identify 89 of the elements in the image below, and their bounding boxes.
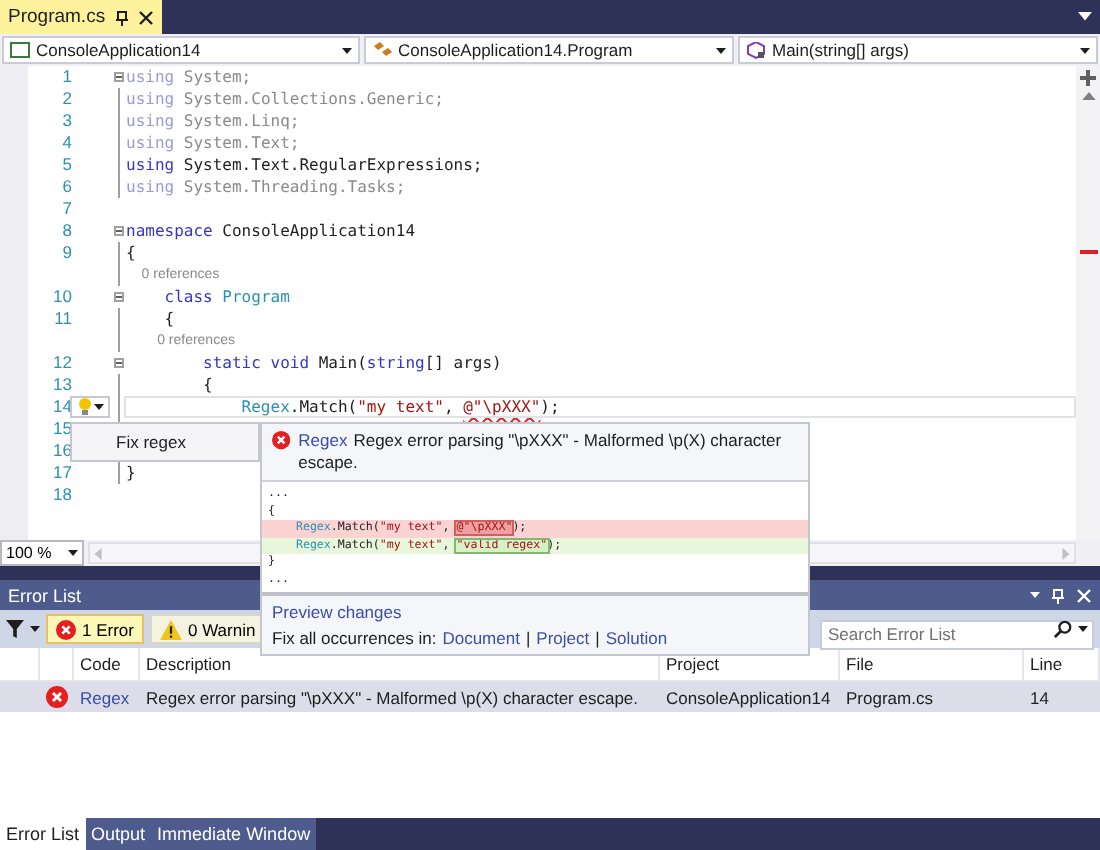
error-icon <box>56 619 76 639</box>
zoom-dropdown[interactable]: 100 % <box>0 540 84 566</box>
document-tab[interactable]: Program.cs <box>0 0 162 34</box>
filter-toggle[interactable]: 1 Error <box>46 614 144 644</box>
line-number: 18 <box>51 484 72 506</box>
quick-actions-button[interactable] <box>70 396 110 418</box>
code-line: { <box>126 242 136 264</box>
panel-title: Error List <box>8 585 82 605</box>
line-number: 3 <box>60 110 72 132</box>
caret-icon <box>342 47 352 53</box>
caret-icon <box>68 550 78 556</box>
line-number: 7 <box>60 198 72 220</box>
search-icon[interactable] <box>1054 620 1072 638</box>
caret-icon <box>1078 12 1092 22</box>
close-icon[interactable] <box>137 9 154 25</box>
code-line: Regex.Match("my text", @"\pXXX"); <box>239 396 560 418</box>
collapse-toggle[interactable] <box>113 226 123 236</box>
project-icon <box>10 42 30 58</box>
caret-icon <box>93 404 103 410</box>
line-number: 17 <box>51 462 72 484</box>
error-row[interactable]: Regex Regex error parsing "\pXXX" - Malformed \p(X) character escape. ConsoleApplication14 Program.cs 14 <box>0 682 1100 712</box>
table-cell-text: Program.cs <box>844 685 935 712</box>
code-line: { <box>162 308 175 330</box>
navigation-dropdown[interactable]: ConsoleApplication14.Program <box>364 36 734 64</box>
panel-tab[interactable]: Immediate Window <box>151 818 317 850</box>
panel-tab[interactable]: Output <box>85 818 152 850</box>
caret-icon <box>1030 592 1040 598</box>
outline-guide <box>117 462 119 484</box>
collapse-toggle[interactable] <box>113 358 123 368</box>
error-icon <box>272 430 291 450</box>
table-cell-text: ConsoleApplication14 <box>664 685 833 712</box>
scroll-up-icon[interactable] <box>1081 92 1095 100</box>
split-icon[interactable] <box>1080 70 1096 86</box>
filter-toggle[interactable]: 0 Warnin <box>149 614 266 644</box>
method-icon <box>746 41 766 59</box>
panel-tab[interactable]: Error List <box>0 818 86 850</box>
code-line: } <box>126 462 136 484</box>
error-code-link[interactable]: Regex <box>298 430 348 450</box>
filter-icon[interactable] <box>6 620 24 638</box>
vertical-scrollbar[interactable] <box>1076 66 1100 540</box>
line-number: 10 <box>51 286 72 308</box>
code-line: static void Main(string[] args) <box>201 352 502 374</box>
collapse-toggle[interactable] <box>113 72 123 82</box>
separator: | <box>525 628 531 648</box>
error-code-link[interactable]: Regex <box>74 682 140 712</box>
line-number: 8 <box>60 220 72 242</box>
line-number: 11 <box>52 308 72 330</box>
code-line: { <box>201 374 213 396</box>
error-message: Regex Regex error parsing "\pXXX" - Malformed \p(X) character escape. <box>298 430 784 474</box>
code-line: using System.Text.RegularExpressions; <box>126 154 483 176</box>
code-line: namespace ConsoleApplication14 <box>126 220 416 242</box>
line-number: 12 <box>51 352 72 374</box>
line-number: 4 <box>60 132 72 154</box>
pin-icon[interactable] <box>113 9 130 25</box>
code-line: using System.Threading.Tasks; <box>126 176 406 198</box>
error-marker <box>1080 250 1098 254</box>
scope-link[interactable]: Solution <box>605 628 668 648</box>
line-number: 5 <box>60 154 72 176</box>
line-number: 1 <box>60 66 72 88</box>
table-cell-text: 14 <box>1028 685 1051 711</box>
warning-icon <box>159 619 182 639</box>
preview-changes-link[interactable]: Preview changes <box>272 602 402 622</box>
table-cell-text: Regex error parsing "\pXXX" - Malformed \p(X) character escape. <box>144 685 641 712</box>
class-icon <box>372 41 392 59</box>
error-icon <box>46 686 68 708</box>
caret-icon <box>716 47 726 53</box>
code-line: using System.Collections.Generic; <box>126 88 444 110</box>
caret-icon <box>1078 626 1088 632</box>
line-number: 9 <box>60 242 72 264</box>
line-number: 13 <box>51 374 72 396</box>
caret-icon <box>30 626 40 632</box>
navigation-dropdown[interactable]: Main(string[] args) <box>738 36 1098 64</box>
code-line: using System.Linq; <box>126 110 300 132</box>
collapse-toggle[interactable] <box>113 292 123 302</box>
caret-icon <box>1080 47 1090 53</box>
navigation-dropdown[interactable]: ConsoleApplication14 <box>2 36 360 64</box>
menu-item[interactable]: Fix regex <box>72 428 258 456</box>
line-number: 2 <box>60 88 72 110</box>
code-line: using System.Text; <box>126 132 300 154</box>
line-number: 6 <box>60 176 72 198</box>
code-line: using System; <box>126 66 252 88</box>
search-field[interactable]: Search Error List <box>820 619 1094 649</box>
scope-link[interactable]: Document <box>442 628 520 648</box>
lightbulb-icon <box>77 398 91 416</box>
separator: | <box>595 628 600 648</box>
code-line: class Program <box>162 286 290 308</box>
fix-all-label: Fix all occurrences in: <box>272 628 437 648</box>
scope-link[interactable]: Project <box>536 628 590 648</box>
line-number: 14 <box>51 396 72 418</box>
